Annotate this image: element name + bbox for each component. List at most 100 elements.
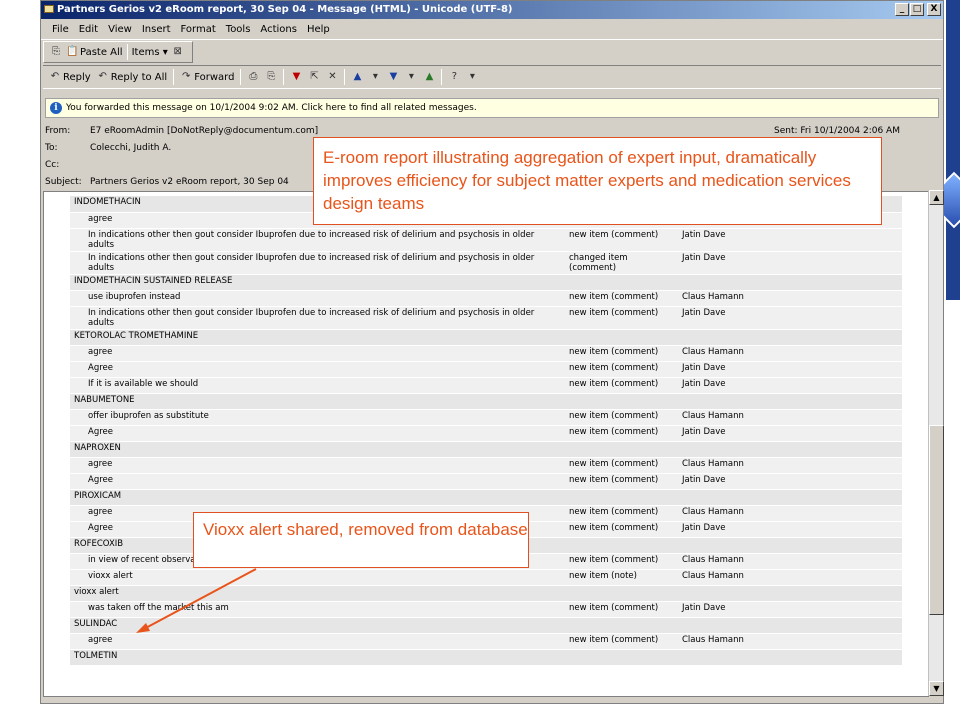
reply-icon: ↶ bbox=[50, 71, 60, 82]
comment-row: offer ibuprofen as substitute new item (c… bbox=[70, 409, 902, 426]
comment-row: In indications other then gout consider … bbox=[70, 251, 902, 275]
drug-header-row: SULINDAC bbox=[70, 617, 902, 634]
toolbar-separator bbox=[173, 69, 175, 85]
previous-item-icon[interactable]: ▲ bbox=[351, 71, 363, 83]
items-button[interactable]: Items ▾ bbox=[132, 47, 168, 58]
message-body[interactable]: INDOMETHACIN agree In indications other th… bbox=[43, 191, 929, 697]
sent-row: Sent: Fri 10/1/2004 2:06 AM bbox=[774, 126, 900, 136]
comment-row: was taken off the market this am new item… bbox=[70, 601, 902, 618]
forward-button[interactable]: ↷ Forward bbox=[180, 71, 234, 83]
drug-header-row: INDOMETHACIN SUSTAINED RELEASE bbox=[70, 274, 902, 291]
toolbar-separator bbox=[344, 69, 346, 85]
change-type: new item (comment) bbox=[566, 633, 679, 650]
comment-row: In indications other then gout consider … bbox=[70, 306, 902, 330]
comment-text: agree bbox=[70, 457, 566, 474]
minimize-button[interactable]: _ bbox=[895, 3, 909, 16]
comment-text: Agree bbox=[70, 473, 566, 490]
vertical-scrollbar[interactable]: ▲ ▼ bbox=[928, 190, 944, 696]
close-button[interactable]: X bbox=[927, 3, 941, 16]
comment-author: Claus Hamann bbox=[679, 569, 902, 586]
eroom-report-table: INDOMETHACIN agree In indications other th… bbox=[70, 196, 902, 666]
menu-actions[interactable]: Actions bbox=[260, 24, 297, 39]
info-bar[interactable]: i You forwarded this message on 10/1/200… bbox=[45, 98, 939, 118]
drug-name: NABUMETONE bbox=[70, 393, 902, 410]
forward-icon: ↷ bbox=[182, 71, 191, 82]
reply-all-button[interactable]: ↶ Reply to All bbox=[97, 71, 168, 83]
eraser-icon[interactable]: ⊠ bbox=[172, 46, 184, 58]
flag-icon[interactable]: ▼ bbox=[290, 71, 302, 83]
drug-name: KETOROLAC TROMETHAMINE bbox=[70, 329, 902, 346]
comment-row: vioxx alert new item (note) Claus Hamann bbox=[70, 569, 902, 586]
comment-author: Claus Hamann bbox=[679, 505, 902, 522]
drug-name: SULINDAC bbox=[70, 617, 902, 634]
from-row: From: E7 eRoomAdmin [DoNotReply@documentu… bbox=[45, 126, 318, 136]
sent-value: Fri 10/1/2004 2:06 AM bbox=[800, 126, 900, 136]
info-bar-text: You forwarded this message on 10/1/2004 … bbox=[66, 103, 477, 113]
toolbar-separator bbox=[240, 69, 242, 85]
help-icon[interactable]: ? bbox=[448, 71, 460, 83]
to-label: To: bbox=[45, 143, 58, 153]
menu-tools[interactable]: Tools bbox=[226, 24, 251, 39]
menu-view[interactable]: View bbox=[108, 24, 132, 39]
comment-author: Jatin Dave bbox=[679, 473, 902, 490]
drug-header-row: TOLMETIN bbox=[70, 649, 902, 666]
menu-insert[interactable]: Insert bbox=[142, 24, 171, 39]
toolbar-separator bbox=[283, 69, 285, 85]
dropdown-arrow-icon[interactable]: ▾ bbox=[466, 71, 478, 83]
comment-text: offer ibuprofen as substitute bbox=[70, 409, 566, 426]
address-book-icon[interactable]: ▲ bbox=[423, 71, 435, 83]
move-to-folder-icon[interactable]: ⇱ bbox=[308, 71, 320, 83]
comment-author: Jatin Dave bbox=[679, 601, 902, 618]
comment-author: Claus Hamann bbox=[679, 633, 902, 650]
drug-name: INDOMETHACIN SUSTAINED RELEASE bbox=[70, 274, 902, 291]
scroll-up-arrow[interactable]: ▲ bbox=[929, 190, 944, 205]
comment-row: Agree new item (comment) Jatin Dave bbox=[70, 473, 902, 490]
comment-author: Claus Hamann bbox=[679, 457, 902, 474]
scroll-down-arrow[interactable]: ▼ bbox=[929, 681, 944, 696]
drug-name: PIROXICAM bbox=[70, 489, 902, 506]
change-type: new item (comment) bbox=[566, 457, 679, 474]
change-type: new item (comment) bbox=[566, 228, 679, 252]
drug-name: vioxx alert bbox=[70, 585, 902, 602]
dropdown-arrow-icon[interactable]: ▾ bbox=[405, 71, 417, 83]
subject-row: Subject: Partners Gerios v2 eRoom report,… bbox=[45, 177, 289, 187]
change-type: new item (comment) bbox=[566, 601, 679, 618]
change-type: new item (comment) bbox=[566, 553, 679, 570]
maximize-button[interactable]: □ bbox=[910, 3, 924, 16]
to-value: Colecchi, Judith A. bbox=[90, 143, 172, 153]
comment-text: In indications other then gout consider … bbox=[70, 306, 566, 330]
paste-all-label: Paste All bbox=[80, 46, 123, 58]
menu-file[interactable]: File bbox=[52, 24, 69, 39]
dropdown-arrow-icon[interactable]: ▾ bbox=[369, 71, 381, 83]
toolbar-separator bbox=[126, 44, 128, 60]
menu-edit[interactable]: Edit bbox=[79, 24, 98, 39]
comment-row: If it is available we should new item (co… bbox=[70, 377, 902, 394]
change-type: new item (comment) bbox=[566, 473, 679, 490]
comment-author: Jatin Dave bbox=[679, 521, 902, 538]
comment-text: use ibuprofen instead bbox=[70, 290, 566, 307]
copy-icon[interactable]: ⎘ bbox=[50, 46, 62, 58]
from-value: E7 eRoomAdmin [DoNotReply@documentum.com… bbox=[90, 126, 319, 136]
reply-all-icon: ↶ bbox=[98, 71, 107, 82]
drug-name: NAPROXEN bbox=[70, 441, 902, 458]
comment-text: If it is available we should bbox=[70, 377, 566, 394]
reply-button[interactable]: ↶ Reply bbox=[49, 71, 91, 83]
info-icon: i bbox=[50, 102, 62, 114]
print-icon[interactable]: ⎙ bbox=[247, 71, 259, 83]
copy-icon[interactable]: ⎘ bbox=[265, 71, 277, 83]
change-type: new item (comment) bbox=[566, 505, 679, 522]
comment-row: Agree new item (comment) Jatin Dave bbox=[70, 425, 902, 442]
paste-all-button[interactable]: 📋 Paste All bbox=[66, 46, 123, 58]
reply-label: Reply bbox=[63, 71, 91, 83]
next-item-icon[interactable]: ▼ bbox=[387, 71, 399, 83]
comment-row: agree new item (comment) Claus Hamann bbox=[70, 345, 902, 362]
delete-icon[interactable]: ✕ bbox=[326, 71, 338, 83]
drug-header-row: NABUMETONE bbox=[70, 393, 902, 410]
menu-format[interactable]: Format bbox=[181, 24, 216, 39]
menu-help[interactable]: Help bbox=[307, 24, 330, 39]
drug-header-row: KETOROLAC TROMETHAMINE bbox=[70, 329, 902, 346]
comment-text: Agree bbox=[70, 361, 566, 378]
clipboard-icon: 📋 bbox=[66, 46, 79, 57]
scroll-thumb[interactable] bbox=[929, 425, 944, 615]
slide-accent-bar bbox=[946, 0, 960, 300]
